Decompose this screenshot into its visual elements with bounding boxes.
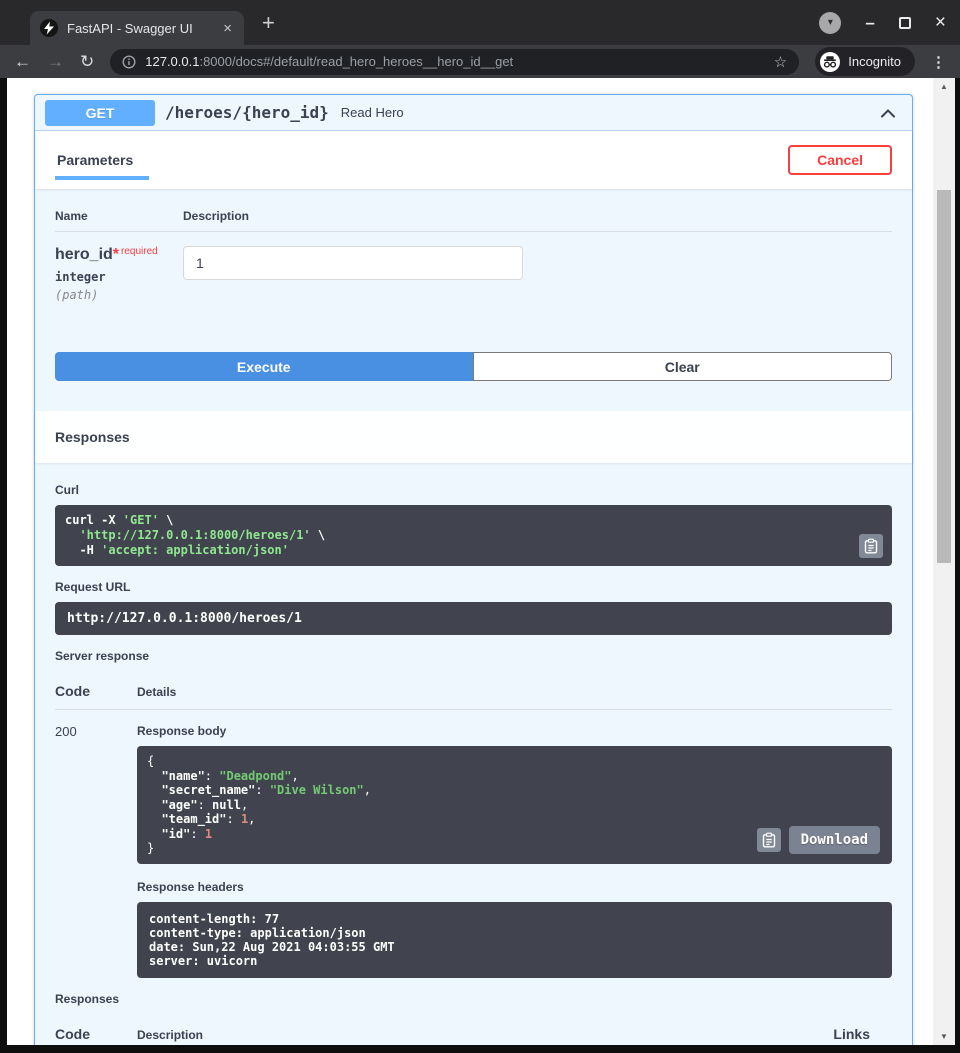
code-column-header: Code (55, 1026, 137, 1042)
description-column-header: Description (137, 1028, 203, 1042)
response-headers-code: content-length: 77content-type: applicat… (137, 902, 892, 978)
browser-toolbar: ← → ↻ 127.0.0.1:8000/docs#/default/read_… (0, 45, 960, 78)
table-row: hero_id*required integer (path) (55, 232, 892, 302)
responses-table-header: Code Description Links (55, 1014, 892, 1046)
minimize-button[interactable]: – (865, 18, 874, 28)
back-button[interactable]: ← (14, 53, 31, 70)
page-scrollbar[interactable]: ▲ ▼ (933, 78, 955, 1045)
param-value-cell (183, 246, 523, 302)
param-name-cell: hero_id*required integer (path) (55, 246, 183, 302)
tab-search-button[interactable]: ▾ (819, 12, 841, 34)
browser-tab[interactable]: FastAPI - Swagger UI × (30, 11, 244, 45)
param-value-input[interactable] (183, 246, 523, 280)
scroll-up-arrow-icon[interactable]: ▲ (933, 82, 955, 91)
incognito-badge: Incognito (815, 47, 915, 76)
param-location: (path) (55, 288, 183, 302)
server-response-table-header: Code Details (55, 671, 892, 710)
execute-button[interactable]: Execute (55, 352, 473, 381)
endpoint-path: /heroes/{hero_id} (165, 103, 329, 122)
bookmark-star-icon[interactable]: ☆ (774, 53, 787, 71)
opblock-get-heroes: GET /heroes/{hero_id} Read Hero Paramete… (34, 94, 913, 1045)
server-response-label: Server response (55, 649, 892, 663)
description-column-header: Description (183, 209, 249, 223)
response-status-code: 200 (55, 724, 137, 978)
overflow-menu-button[interactable]: ⋮ (931, 53, 946, 71)
response-headers-label: Response headers (137, 880, 892, 894)
links-column-header: Links (833, 1026, 892, 1042)
parameters-section-header: Parameters Cancel (35, 131, 912, 189)
execute-button-group: Execute Clear (35, 302, 912, 411)
collapse-chevron-icon[interactable] (880, 107, 896, 119)
server-response-row: 200 Response body { "name": "Deadpond", … (55, 710, 892, 978)
chevron-down-icon: ▾ (828, 17, 833, 28)
forward-button[interactable]: → (47, 53, 64, 70)
opblock-summary[interactable]: GET /heroes/{hero_id} Read Hero (35, 95, 912, 131)
request-url-value: http://127.0.0.1:8000/heroes/1 (55, 602, 892, 635)
required-label: required (121, 246, 158, 257)
incognito-icon (820, 52, 840, 72)
endpoint-summary: Read Hero (341, 105, 404, 120)
download-button[interactable]: Download (789, 826, 880, 854)
response-details-cell: Response body { "name": "Deadpond", "sec… (137, 724, 892, 978)
parameters-table-header: Name Description (55, 197, 892, 232)
url-text[interactable]: 127.0.0.1:8000/docs#/default/read_hero_h… (145, 54, 765, 69)
clipboard-icon (864, 538, 878, 554)
incognito-label: Incognito (848, 54, 901, 69)
browser-window: FastAPI - Swagger UI × + ▾ – × ← → ↻ 127… (0, 0, 960, 1053)
window-controls: ▾ – × (819, 0, 946, 45)
url-path: :8000/docs#/default/read_hero_heroes__he… (199, 54, 513, 69)
response-body-controls: Download (757, 826, 880, 854)
copy-curl-button[interactable] (859, 534, 883, 558)
response-body-label: Response body (137, 724, 892, 738)
required-star: * (113, 246, 119, 263)
details-column-header: Details (137, 685, 176, 699)
new-tab-button[interactable]: + (262, 10, 275, 36)
content-frame: GET /heroes/{hero_id} Read Hero Paramete… (0, 78, 960, 1053)
maximize-button[interactable] (899, 17, 911, 29)
info-icon[interactable] (122, 55, 136, 69)
cancel-button[interactable]: Cancel (788, 145, 892, 175)
param-name: hero_id*required (55, 246, 183, 264)
reload-button[interactable]: ↻ (80, 53, 94, 70)
tab-title: FastAPI - Swagger UI (67, 21, 221, 36)
method-badge: GET (45, 100, 155, 126)
close-window-button[interactable]: × (935, 13, 946, 32)
response-body-code: { "name": "Deadpond", "secret_name": "Di… (137, 746, 892, 864)
responses-section-header: Responses (35, 411, 912, 463)
responses-title: Responses (55, 429, 130, 445)
url-bar[interactable]: 127.0.0.1:8000/docs#/default/read_hero_h… (110, 49, 799, 75)
scrollbar-thumb[interactable] (937, 190, 951, 563)
tab-close-icon[interactable]: × (221, 20, 234, 37)
copy-response-button[interactable] (757, 828, 781, 852)
scroll-down-arrow-icon[interactable]: ▼ (933, 1032, 955, 1041)
fastapi-favicon-bolt-icon (40, 19, 58, 37)
curl-label: Curl (55, 483, 892, 497)
responses-table-label: Responses (55, 992, 892, 1006)
clipboard-icon (762, 832, 776, 848)
param-type: integer (55, 270, 183, 284)
tab-parameters[interactable]: Parameters (55, 152, 149, 180)
browser-titlebar: FastAPI - Swagger UI × + ▾ – × (0, 0, 960, 45)
clear-button[interactable]: Clear (473, 352, 893, 381)
responses-body: Curl curl -X 'GET' \ 'http://127.0.0.1:8… (35, 463, 912, 1045)
url-host: 127.0.0.1 (145, 54, 199, 69)
name-column-header: Name (55, 209, 183, 223)
swagger-page: GET /heroes/{hero_id} Read Hero Paramete… (7, 78, 933, 1045)
request-url-label: Request URL (55, 580, 892, 594)
parameters-table: Name Description hero_id*required intege… (35, 189, 912, 302)
curl-command-block: curl -X 'GET' \ 'http://127.0.0.1:8000/h… (55, 505, 892, 566)
code-column-header: Code (55, 683, 137, 699)
